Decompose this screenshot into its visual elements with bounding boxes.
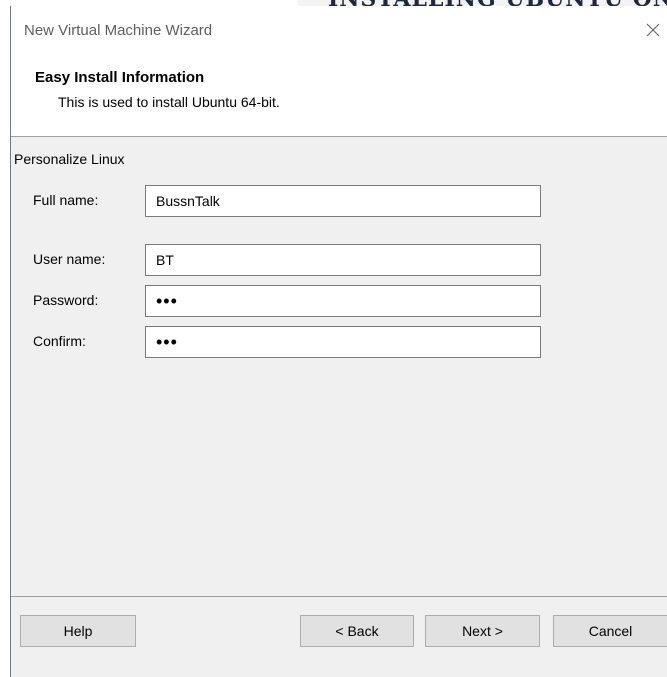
password-input[interactable] <box>145 285 541 317</box>
user-name-label: User name: <box>33 251 106 267</box>
password-label: Password: <box>33 292 99 308</box>
titlebar: New Virtual Machine Wizard <box>11 6 667 52</box>
wizard-content: Personalize Linux Full name: User name: … <box>11 137 667 637</box>
confirm-label: Confirm: <box>33 333 86 349</box>
user-name-input[interactable] <box>145 244 541 276</box>
close-icon <box>646 23 660 37</box>
confirm-password-input[interactable] <box>145 326 541 358</box>
close-button[interactable] <box>641 18 665 42</box>
next-button[interactable]: Next > <box>425 615 540 647</box>
help-button[interactable]: Help <box>20 615 136 647</box>
wizard-footer: Help < Back Next > Cancel <box>11 596 667 677</box>
wizard-header: Easy Install Information This is used to… <box>11 52 667 137</box>
window-title: New Virtual Machine Wizard <box>24 22 213 39</box>
page-title: Easy Install Information <box>35 69 205 86</box>
section-label-personalize-linux: Personalize Linux <box>14 151 125 167</box>
page-subtitle: This is used to install Ubuntu 64-bit. <box>58 94 280 110</box>
back-button[interactable]: < Back <box>300 615 414 647</box>
full-name-label: Full name: <box>33 192 99 208</box>
cancel-button[interactable]: Cancel <box>553 615 667 647</box>
full-name-input[interactable] <box>145 185 541 217</box>
new-vm-wizard-dialog: New Virtual Machine Wizard Easy Install … <box>10 6 667 677</box>
